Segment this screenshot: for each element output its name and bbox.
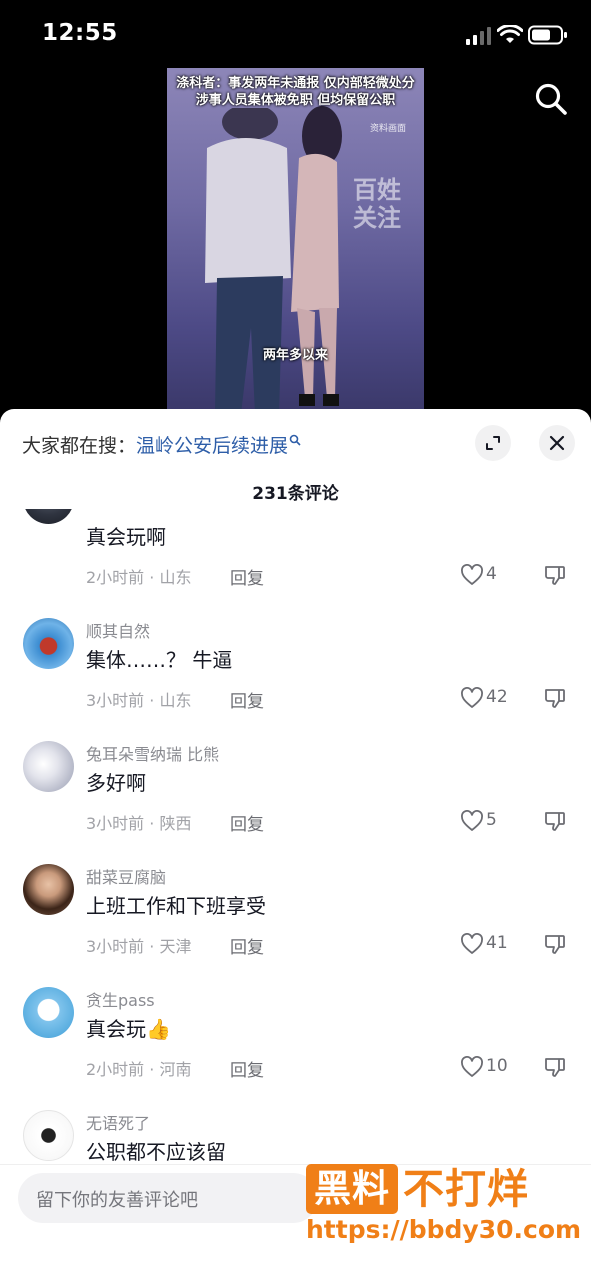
brand-text: 不打烊 (403, 1165, 529, 1213)
comment-item: 真会玩啊 2小时前 · 山东 回复 4 (0, 509, 591, 618)
brand-badge: 黑料 (306, 1164, 398, 1214)
avatar[interactable] (23, 509, 74, 524)
video-watermark: 百姓关注 (353, 176, 401, 232)
like-count: 10 (486, 1056, 508, 1076)
heart-icon (461, 933, 483, 954)
comment-meta: 3小时前 · 天津 (86, 937, 192, 956)
heart-icon (461, 810, 483, 831)
wifi-icon (497, 25, 523, 43)
comment-text: 真会玩啊 (86, 525, 166, 549)
avatar[interactable] (23, 864, 74, 915)
comment-meta: 3小时前 · 山东 (86, 691, 192, 710)
like-button[interactable]: 5 (460, 808, 520, 834)
like-button[interactable]: 41 (460, 931, 520, 957)
video-subtitle: 两年多以来 (262, 348, 328, 363)
comment-username[interactable]: 兔耳朵雪纳瑞 比熊 (86, 741, 219, 765)
avatar[interactable] (23, 741, 74, 792)
comment-item: 无语死了 公职都不应该留 (0, 1110, 591, 1164)
comment-sheet: 大家都在搜：温岭公安后续进展 231条评论 真会玩啊 2小时前 · 山东 回复 … (0, 409, 591, 1280)
comment-meta: 2小时前 · 山东 (86, 568, 192, 587)
video-player[interactable]: 涤科者：事发两年未通报 仅内部轻微处分 涉事人员集体被免职 但均保留公职 资料画… (167, 68, 424, 414)
avatar[interactable] (23, 618, 74, 669)
reply-button[interactable]: 回复 (230, 1056, 264, 1081)
battery-icon (528, 25, 567, 45)
brand-watermark: 黑料 不打烊 (306, 1164, 552, 1218)
comment-text: 真会玩👍 (86, 1017, 171, 1041)
status-bar: 12:55 (0, 0, 591, 70)
dislike-icon[interactable] (543, 1055, 567, 1079)
like-count: 42 (486, 687, 508, 707)
like-button[interactable]: 4 (460, 562, 520, 588)
comment-username[interactable]: 甜菜豆腐脑 (86, 864, 166, 888)
avatar[interactable] (23, 1110, 74, 1161)
reply-button[interactable]: 回复 (230, 687, 264, 712)
comment-username[interactable]: 贪生pass (86, 987, 155, 1011)
comment-list[interactable]: 真会玩啊 2小时前 · 山东 回复 4 顺其自然 集体……？ 牛逼 3小时前 ·… (0, 509, 591, 1164)
comment-text: 上班工作和下班享受 (86, 894, 266, 918)
like-count: 5 (486, 810, 497, 830)
dislike-icon[interactable] (543, 563, 567, 587)
comment-item: 兔耳朵雪纳瑞 比熊 多好啊 3小时前 · 陕西 回复 5 (0, 741, 591, 864)
comment-meta: 2小时前 · 河南 (86, 1060, 192, 1079)
like-count: 4 (486, 564, 497, 584)
video-caption-line2: 涉事人员集体被免职 但均保留公职 (195, 93, 396, 108)
reply-button[interactable]: 回复 (230, 564, 264, 589)
comment-text: 集体……？ 牛逼 (86, 648, 233, 672)
brand-url: https://bbdy30.com (306, 1215, 582, 1244)
comment-text: 公职都不应该留 (86, 1140, 226, 1164)
trending-label: 大家都在搜： (22, 435, 137, 457)
avatar[interactable] (23, 987, 74, 1038)
dislike-icon[interactable] (543, 932, 567, 956)
comment-count-title: 231条评论 (252, 484, 339, 504)
reply-button[interactable]: 回复 (230, 933, 264, 958)
dislike-icon[interactable] (543, 686, 567, 710)
expand-icon (486, 436, 500, 450)
like-button[interactable]: 42 (460, 685, 520, 711)
status-time: 12:55 (42, 20, 118, 46)
trending-search[interactable]: 大家都在搜：温岭公安后续进展 (22, 431, 301, 458)
heart-icon (461, 1056, 483, 1077)
close-button[interactable] (539, 425, 575, 461)
comment-username[interactable]: 顺其自然 (86, 618, 150, 642)
comment-item: 贪生pass 真会玩👍 2小时前 · 河南 回复 10 (0, 987, 591, 1110)
heart-icon (461, 687, 483, 708)
comment-meta: 3小时前 · 陕西 (86, 814, 192, 833)
signal-icon (466, 27, 492, 45)
search-icon[interactable] (533, 81, 569, 117)
video-figure-woman (291, 106, 342, 406)
video-source-tag: 资料画面 (369, 124, 406, 134)
like-count: 41 (486, 933, 508, 953)
comment-username[interactable]: 无语死了 (86, 1110, 150, 1134)
like-button[interactable]: 10 (460, 1054, 520, 1080)
close-icon (549, 435, 565, 451)
comment-item: 甜菜豆腐脑 上班工作和下班享受 3小时前 · 天津 回复 41 (0, 864, 591, 987)
dislike-icon[interactable] (543, 809, 567, 833)
comment-input[interactable]: 留下你的友善评论吧 (18, 1173, 318, 1223)
trending-term-link[interactable]: 温岭公安后续进展 (136, 435, 288, 457)
reply-button[interactable]: 回复 (230, 810, 264, 835)
expand-button[interactable] (475, 425, 511, 461)
comment-input-placeholder: 留下你的友善评论吧 (36, 1190, 198, 1211)
comment-item: 顺其自然 集体……？ 牛逼 3小时前 · 山东 回复 42 (0, 618, 591, 741)
comment-text: 多好啊 (86, 771, 146, 795)
heart-icon (461, 564, 483, 585)
search-small-icon (289, 434, 301, 446)
